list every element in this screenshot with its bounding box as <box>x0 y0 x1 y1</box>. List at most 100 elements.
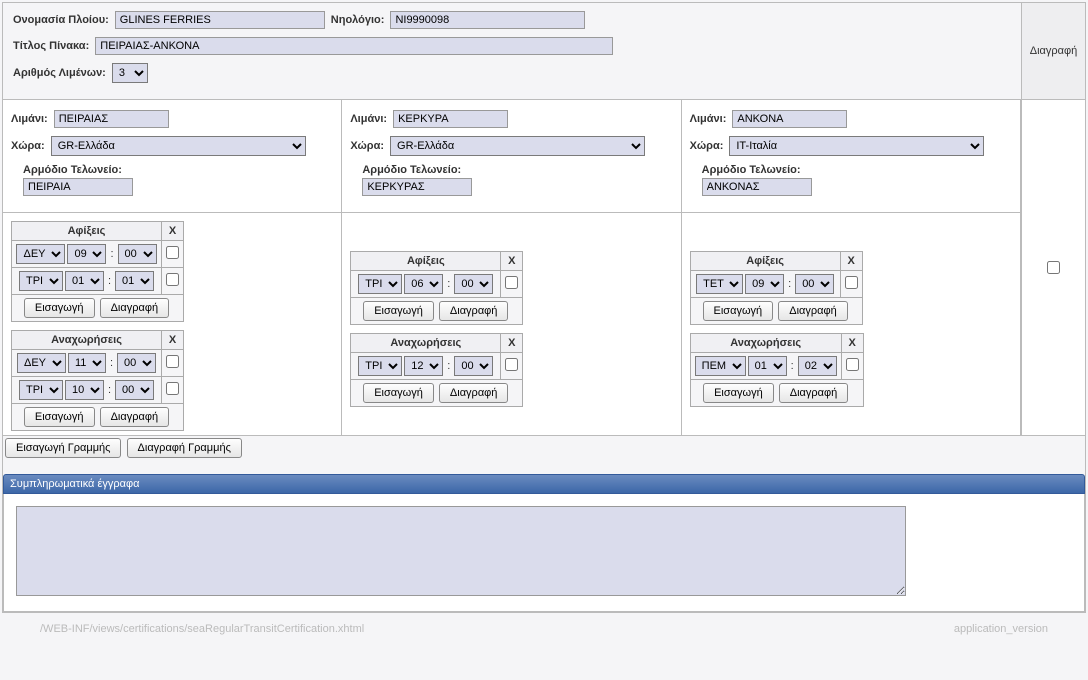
delete-button[interactable]: Διαγραφή <box>778 301 848 321</box>
minute-select[interactable]: 00 <box>454 274 493 294</box>
day-select[interactable]: ΤΡΙ <box>358 274 402 294</box>
hour-select[interactable]: 09 <box>745 274 784 294</box>
ship-name-input[interactable] <box>115 11 325 29</box>
insert-button[interactable]: Εισαγωγή <box>24 298 95 318</box>
footer: /WEB-INF/views/certifications/seaRegular… <box>0 615 1088 643</box>
insert-line-button[interactable]: Εισαγωγή Γραμμής <box>5 438 121 458</box>
day-select[interactable]: ΔΕΥ <box>17 353 66 373</box>
hour-select[interactable]: 09 <box>67 244 106 264</box>
country-label: Χώρα: <box>690 140 724 152</box>
delete-column-label: Διαγραφή <box>1030 45 1078 57</box>
row-checkbox[interactable] <box>166 382 179 395</box>
country-label: Χώρα: <box>350 140 384 152</box>
registry-label: Νηολόγιο: <box>331 14 385 26</box>
country-select[interactable]: GR-Ελλάδα <box>51 136 306 156</box>
insert-button[interactable]: Εισαγωγή <box>703 301 774 321</box>
delete-button[interactable]: Διαγραφή <box>100 298 170 318</box>
port-column-2: Λιμάνι: Χώρα: GR-Ελλάδα Αρμόδιο Τελωνείο… <box>342 100 681 436</box>
customs-input[interactable] <box>23 178 133 196</box>
table-title-input[interactable] <box>95 37 613 55</box>
delete-line-button[interactable]: Διαγραφή Γραμμής <box>127 438 242 458</box>
day-select[interactable]: ΤΡΙ <box>19 271 63 291</box>
port-name-input[interactable] <box>393 110 508 128</box>
row-checkbox[interactable] <box>166 355 179 368</box>
delete-button[interactable]: Διαγραφή <box>100 407 170 427</box>
hour-select[interactable]: 01 <box>748 356 787 376</box>
docs-textarea[interactable] <box>16 506 906 596</box>
day-select[interactable]: ΤΡΙ <box>358 356 402 376</box>
minute-select[interactable]: 00 <box>117 353 156 373</box>
country-label: Χώρα: <box>11 140 45 152</box>
minute-select[interactable]: 00 <box>454 356 493 376</box>
hour-select[interactable]: 10 <box>65 380 104 400</box>
ports-count-select[interactable]: 3 <box>112 63 148 83</box>
port-label: Λιμάνι: <box>690 113 727 125</box>
departures-table: ΑναχωρήσειςX ΤΡΙ 12: 00 Εισαγωγή Διαγραφ… <box>350 333 523 407</box>
arrivals-header: Αφίξεις <box>12 222 162 241</box>
port-name-input[interactable] <box>54 110 169 128</box>
day-select[interactable]: ΔΕΥ <box>16 244 65 264</box>
hour-select[interactable]: 01 <box>65 271 104 291</box>
header-form: Ονομασία Πλοίου: Νηολόγιο: Τίτλος Πίνακα… <box>3 3 1021 99</box>
port-name-input[interactable] <box>732 110 847 128</box>
row-checkbox[interactable] <box>505 358 518 371</box>
table-row: ΤΕΤ 09: 00 <box>690 271 862 298</box>
header-row: Ονομασία Πλοίου: Νηολόγιο: Τίτλος Πίνακα… <box>3 3 1085 100</box>
row-checkbox[interactable] <box>166 246 179 259</box>
delete-button[interactable]: Διαγραφή <box>779 383 849 403</box>
day-select[interactable]: ΠΕΜ <box>695 356 746 376</box>
footer-version: application_version <box>954 623 1048 635</box>
insert-button[interactable]: Εισαγωγή <box>24 407 95 427</box>
row-delete-checkbox[interactable] <box>1047 261 1060 274</box>
minute-select[interactable]: 02 <box>798 356 837 376</box>
port-label: Λιμάνι: <box>350 113 387 125</box>
x-header: X <box>162 222 184 241</box>
footer-path: /WEB-INF/views/certifications/seaRegular… <box>40 623 364 635</box>
day-select[interactable]: ΤΕΤ <box>696 274 743 294</box>
customs-input[interactable] <box>702 178 812 196</box>
arrivals-table: ΑφίξειςX ΔΕΥ 09: 00 ΤΡΙ 01: 01 <box>11 221 184 322</box>
ship-name-label: Ονομασία Πλοίου: <box>13 14 109 26</box>
day-select[interactable]: ΤΡΙ <box>19 380 63 400</box>
arrivals-table: ΑφίξειςX ΤΡΙ 06: 00 Εισαγωγή Διαγραφή <box>350 251 523 325</box>
row-checkbox[interactable] <box>846 358 859 371</box>
port-column-1: Λιμάνι: Χώρα: GR-Ελλάδα Αρμόδιο Τελωνείο… <box>3 100 342 436</box>
table-row: ΤΡΙ 06: 00 <box>351 271 523 298</box>
departures-header: Αναχωρήσεις <box>351 334 501 353</box>
ports-row: Λιμάνι: Χώρα: GR-Ελλάδα Αρμόδιο Τελωνείο… <box>3 100 1085 436</box>
country-select[interactable]: IT-Ιταλία <box>729 136 984 156</box>
minute-select[interactable]: 00 <box>795 274 834 294</box>
table-row: ΔΕΥ 09: 00 <box>12 241 184 268</box>
registry-input[interactable] <box>390 11 585 29</box>
header-delete-cell: Διαγραφή <box>1021 3 1085 99</box>
minute-select[interactable]: 00 <box>115 380 154 400</box>
x-header: X <box>501 252 523 271</box>
departures-table: ΑναχωρήσειςX ΠΕΜ 01: 02 Εισαγωγή Διαγραφ… <box>690 333 864 407</box>
country-select[interactable]: GR-Ελλάδα <box>390 136 645 156</box>
arrivals-table: ΑφίξειςX ΤΕΤ 09: 00 Εισαγωγή Διαγραφή <box>690 251 863 325</box>
minute-select[interactable]: 01 <box>115 271 154 291</box>
delete-button[interactable]: Διαγραφή <box>439 383 509 403</box>
insert-button[interactable]: Εισαγωγή <box>363 383 434 403</box>
arrivals-header: Αφίξεις <box>690 252 840 271</box>
hour-select[interactable]: 06 <box>404 274 443 294</box>
row-checkbox[interactable] <box>845 276 858 289</box>
departures-header: Αναχωρήσεις <box>12 331 162 350</box>
hour-select[interactable]: 12 <box>404 356 443 376</box>
insert-button[interactable]: Εισαγωγή <box>363 301 434 321</box>
departures-table: ΑναχωρήσειςX ΔΕΥ 11: 00 ΤΡΙ 10: 00 <box>11 330 184 431</box>
delete-button[interactable]: Διαγραφή <box>439 301 509 321</box>
delete-row-cell <box>1021 100 1085 436</box>
table-row: ΤΡΙ 01: 01 <box>12 268 184 295</box>
insert-button[interactable]: Εισαγωγή <box>703 383 774 403</box>
hour-select[interactable]: 11 <box>68 353 106 373</box>
customs-input[interactable] <box>362 178 472 196</box>
docs-panel-body <box>3 494 1085 612</box>
x-header: X <box>840 252 862 271</box>
minute-select[interactable]: 00 <box>118 244 157 264</box>
customs-label: Αρμόδιο Τελωνείο: <box>702 164 801 176</box>
x-header: X <box>162 331 184 350</box>
customs-label: Αρμόδιο Τελωνείο: <box>23 164 122 176</box>
row-checkbox[interactable] <box>505 276 518 289</box>
row-checkbox[interactable] <box>166 273 179 286</box>
